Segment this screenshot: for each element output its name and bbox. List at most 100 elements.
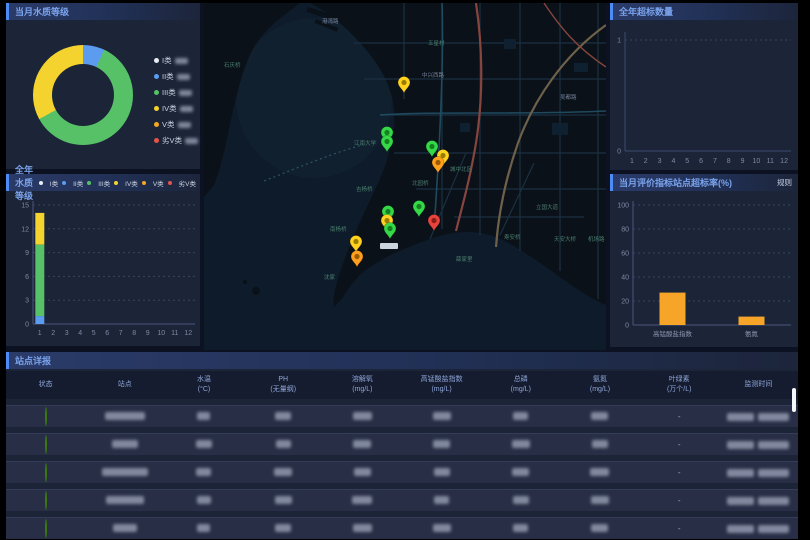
panel-title: 当月评价指标站点超标率(%)	[619, 176, 732, 189]
map-label: 吉杨桥	[356, 185, 373, 193]
redacted-value	[178, 122, 191, 128]
value-cell	[513, 408, 528, 426]
value-cell	[513, 520, 528, 538]
redacted-value	[434, 468, 450, 476]
value-cell	[512, 464, 529, 482]
donut-legend: I类 II类 III类 IV类 V类 劣V类	[154, 55, 198, 151]
legend-item[interactable]: I类	[154, 55, 198, 66]
redacted-value	[727, 497, 754, 505]
legend-item[interactable]: II类	[62, 178, 83, 188]
table-scrollbar[interactable]	[792, 388, 796, 412]
svg-text:1: 1	[630, 158, 634, 165]
panel-title: 全年超标数量	[619, 5, 673, 18]
legend-dot	[154, 74, 159, 79]
map-label: 寿安桥	[504, 233, 521, 241]
redacted-value	[758, 469, 789, 477]
redacted-value	[513, 524, 528, 532]
redacted-value	[512, 468, 529, 476]
redacted-value	[591, 524, 608, 532]
chart-legend: I类 II类 III类 IV类 V类 劣V类	[39, 178, 200, 188]
svg-text:0: 0	[617, 149, 621, 156]
value-cell	[197, 408, 210, 426]
legend-label: IV类	[125, 178, 138, 188]
time-cell	[727, 441, 789, 449]
svg-text:高锰酸盐指数: 高锰酸盐指数	[653, 329, 693, 338]
legend-dot	[62, 181, 66, 185]
map-label: 机场路	[588, 235, 605, 243]
redacted-value	[177, 74, 190, 80]
value-cell	[591, 408, 608, 426]
redacted-value	[727, 469, 754, 477]
value-cell	[196, 464, 211, 482]
legend-item[interactable]: II类	[154, 71, 198, 82]
redacted-value	[758, 497, 789, 505]
value-cell	[353, 408, 372, 426]
redacted-value	[197, 524, 210, 532]
panel-header: 全年水质等级 I类 II类 III类 IV类 V类 劣V类	[6, 174, 200, 191]
map-label: 五星村	[428, 39, 445, 47]
legend-item[interactable]: I类	[39, 178, 58, 188]
redacted-value	[591, 496, 609, 504]
status-dot-normal	[45, 407, 47, 426]
redacted-value	[592, 440, 608, 448]
status-cell	[45, 408, 47, 426]
legend-item[interactable]: 劣V类	[154, 135, 198, 146]
svg-text:12: 12	[21, 226, 29, 233]
table-row[interactable]: -	[6, 405, 798, 427]
redacted-value	[197, 496, 211, 504]
status-dot-normal	[45, 463, 47, 482]
legend-item[interactable]: 劣V类	[168, 178, 196, 188]
value-cell	[353, 520, 372, 538]
map-label: 吴都路	[560, 93, 577, 101]
legend-item[interactable]: III类	[154, 87, 198, 98]
station-cell	[112, 436, 138, 454]
map-label: 北园桥	[412, 179, 429, 187]
rules-link[interactable]: 规则	[777, 177, 798, 188]
svg-text:11: 11	[767, 158, 774, 165]
redacted-value	[102, 468, 148, 476]
value-cell	[354, 464, 371, 482]
legend-item[interactable]: IV类	[114, 178, 138, 188]
value-cell	[434, 464, 450, 482]
map-label: 南杨桥	[330, 225, 347, 233]
redacted-value	[276, 440, 291, 448]
map[interactable]: 石庆桥港湾路中兴西路江南大学五星村北园桥城中北区吴都路立国大道寿安桥天安大桥机场…	[204, 3, 606, 350]
redacted-value	[591, 412, 608, 420]
table-row[interactable]: -	[6, 433, 798, 455]
redacted-value	[758, 441, 789, 449]
column-header: PH(无量纲)	[244, 375, 323, 395]
redacted-value	[180, 106, 193, 112]
legend-dot	[168, 181, 172, 185]
legend-dot	[114, 181, 118, 185]
legend-item[interactable]: V类	[142, 178, 164, 188]
time-cell	[727, 413, 789, 421]
legend-item[interactable]: III类	[87, 178, 110, 188]
svg-text:15: 15	[21, 203, 29, 210]
column-header: 总磷(mg/L)	[481, 375, 560, 395]
column-header: 站点	[85, 380, 164, 390]
value-cell	[276, 436, 291, 454]
legend-dot	[87, 181, 91, 185]
value-cell	[592, 436, 608, 454]
station-cell	[113, 520, 137, 538]
table-row[interactable]: -	[6, 489, 798, 511]
legend-item[interactable]: IV类	[154, 103, 198, 114]
value-cell	[434, 492, 449, 510]
svg-text:9: 9	[741, 158, 745, 165]
svg-text:6: 6	[25, 274, 29, 281]
legend-item[interactable]: V类	[154, 119, 198, 130]
legend-label: IV类	[162, 103, 177, 114]
redacted-value	[513, 412, 528, 420]
legend-dot	[154, 138, 159, 143]
table-row[interactable]: -	[6, 461, 798, 483]
redacted-value	[196, 440, 212, 448]
table-row[interactable]: -	[6, 517, 798, 539]
time-cell	[727, 469, 789, 477]
svg-text:6: 6	[699, 158, 703, 165]
column-header: 氨氮(mg/L)	[560, 375, 639, 395]
legend-dot	[142, 181, 146, 185]
status-dot-normal	[45, 435, 47, 454]
status-cell	[45, 436, 47, 454]
svg-text:6: 6	[105, 330, 109, 337]
value-cell	[274, 464, 292, 482]
